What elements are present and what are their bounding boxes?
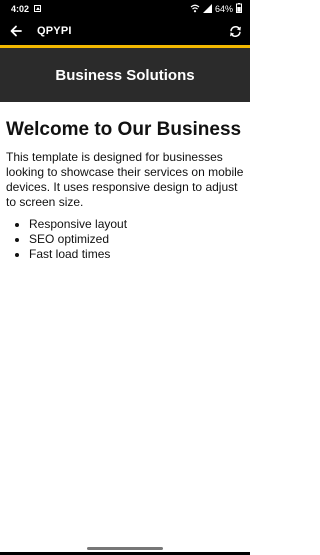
intro-paragraph: This template is designed for businesses… (6, 150, 244, 209)
feature-item: Responsive layout (29, 217, 244, 232)
battery-icon (236, 3, 242, 15)
main-content: Welcome to Our Business This template is… (6, 118, 244, 262)
feature-item: SEO optimized (29, 232, 244, 247)
battery-percent: 64% (214, 4, 233, 14)
feature-list: Responsive layout SEO optimized Fast loa… (6, 217, 244, 262)
arrow-left-icon[interactable] (8, 23, 24, 39)
welcome-heading: Welcome to Our Business (6, 119, 242, 140)
wifi-icon (190, 4, 200, 15)
image-icon (34, 5, 41, 12)
page-header: Business Solutions (0, 48, 250, 102)
app-title: QPYPI (37, 25, 72, 37)
status-bar: 4:02 64% (0, 0, 250, 18)
status-right-group: 64% (190, 3, 242, 15)
refresh-icon[interactable] (227, 23, 243, 39)
feature-item: Fast load times (29, 247, 244, 262)
page-header-title: Business Solutions (55, 66, 195, 84)
home-indicator[interactable] (87, 547, 163, 550)
signal-icon (202, 3, 212, 15)
app-bar: QPYPI (0, 18, 250, 45)
status-time: 4:02 (11, 4, 30, 14)
